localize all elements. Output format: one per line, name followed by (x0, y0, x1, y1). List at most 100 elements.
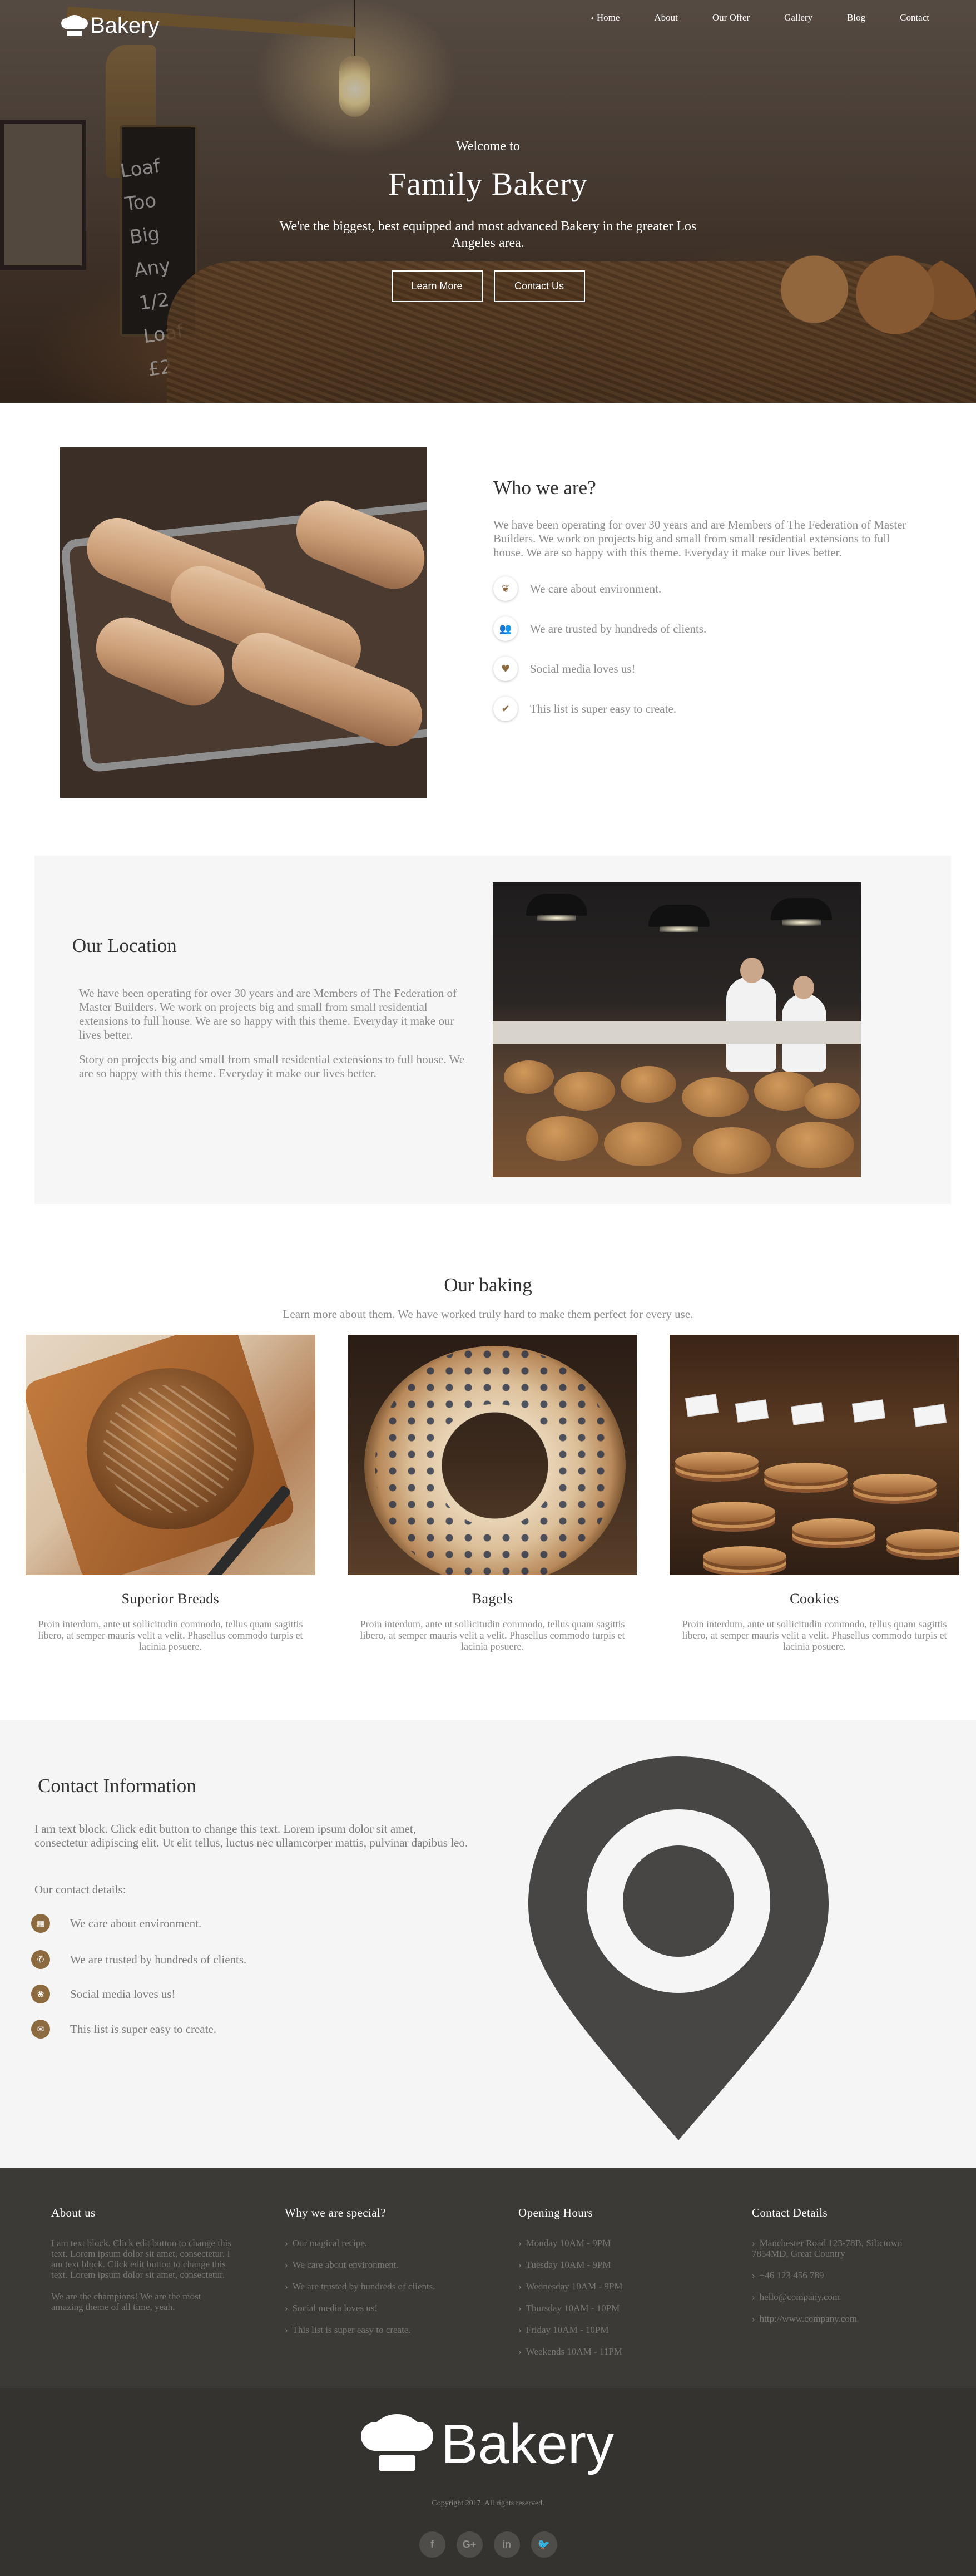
product-card-bagels[interactable]: Bagels Proin interdum, ante ut sollicitu… (348, 1335, 637, 1652)
bakery-shop-image (493, 882, 861, 1177)
footer-contact: Contact Details Manchester Road 123-78B,… (752, 2206, 935, 2335)
nav-menu: Home About Our Offer Gallery Blog Contac… (556, 12, 929, 23)
footer-bottom: Bakery Copyright 2017. All rights reserv… (0, 2388, 976, 2576)
contact-us-button[interactable]: Contact Us (493, 270, 585, 302)
bread-tray-image (60, 447, 427, 798)
footer-special-item: This list is super easy to create. (285, 2325, 496, 2335)
hero-welcome: Welcome to (456, 139, 520, 154)
contact-item-label: This list is super easy to create. (70, 2022, 217, 2036)
logo-text: Bakery (90, 13, 160, 38)
contact-item: ✉ This list is super easy to create. (31, 2020, 216, 2039)
footer-address: Manchester Road 123-78B, Silictown 7854M… (752, 2238, 935, 2259)
hero-content: Welcome to Family Bakery We're the bigge… (0, 139, 976, 302)
footer-logo[interactable]: Bakery (0, 2412, 976, 2476)
contact-section: Contact Information I am text block. Cli… (0, 1720, 976, 2168)
check-icon: ✔ (493, 697, 518, 721)
footer-about: About us I am text block. Click edit but… (51, 2206, 235, 2312)
who-we-are-section: Who we are? We have been operating for o… (0, 403, 976, 842)
contact-item: ❀ Social media loves us! (31, 1985, 176, 2003)
hero-section: Loaf Too Big Any 1/2 Loaf £2 Bakery Home… (0, 0, 976, 403)
nav-item-our-offer[interactable]: Our Offer (712, 12, 750, 23)
nav-item-gallery[interactable]: Gallery (784, 12, 812, 23)
heart-icon: ♥ (493, 657, 518, 681)
phone-icon: ✆ (31, 1950, 50, 1969)
google-plus-icon[interactable]: G+ (456, 2531, 483, 2558)
contact-intro: I am text block. Click edit button to ch… (34, 1822, 468, 1849)
footer-website-link[interactable]: http://www.company.com (752, 2313, 935, 2324)
nav-item-contact[interactable]: Contact (900, 12, 929, 23)
footer-email-link[interactable]: hello@company.com (752, 2292, 935, 2302)
product-name: Bagels (472, 1591, 513, 1607)
footer-hours-item: Wednesday 10AM - 9PM (518, 2281, 730, 2292)
chef-hat-icon (61, 14, 88, 37)
hero-subtitle: We're the biggest, best equipped and mos… (279, 219, 697, 250)
footer-special-item: Our magical recipe. (285, 2238, 496, 2248)
bagel-image (348, 1335, 637, 1575)
product-description: Proin interdum, ante ut sollicitudin com… (682, 1618, 947, 1652)
copyright: Copyright 2017. All rights reserved. (432, 2499, 544, 2508)
hero-buttons: Learn More Contact Us (0, 270, 976, 302)
learn-more-button[interactable]: Learn More (391, 270, 483, 302)
feature-item: ✔ This list is super easy to create. (493, 697, 916, 721)
nav-item-home[interactable]: Home (590, 12, 620, 23)
footer-hours-item: Weekends 10AM - 11PM (518, 2346, 730, 2357)
product-card-breads[interactable]: Superior Breads Proin interdum, ante ut … (26, 1335, 315, 1652)
product-description: Proin interdum, ante ut sollicitudin com… (360, 1618, 625, 1652)
contact-item-label: Social media loves us! (70, 1987, 176, 2001)
baking-lead: Learn more about them. We have worked tr… (283, 1307, 693, 1321)
footer-hours: Opening Hours Monday 10AM - 9PM Tuesday … (518, 2206, 730, 2368)
footer-about-text-2: We are the champions! We are the most am… (51, 2291, 201, 2312)
location-box: Our Location We have been operating for … (34, 856, 951, 1204)
linkedin-icon[interactable]: in (493, 2531, 520, 2558)
feature-item: 👥 We are trusted by hundreds of clients. (493, 616, 916, 641)
hero-title: Family Bakery (388, 166, 588, 202)
who-description: We have been operating for over 30 years… (493, 518, 906, 559)
logo[interactable]: Bakery (61, 13, 160, 38)
feature-item: ♥ Social media loves us! (493, 657, 916, 681)
twitter-icon[interactable]: 🐦 (531, 2531, 557, 2558)
location-section: Our Location We have been operating for … (0, 842, 976, 1242)
footer-hours-item: Thursday 10AM - 10PM (518, 2303, 730, 2313)
social-links: f G+ in 🐦 (0, 2531, 976, 2558)
feature-label: This list is super easy to create. (530, 702, 677, 715)
footer-special-item: Social media loves us! (285, 2303, 496, 2313)
product-name: Cookies (790, 1591, 839, 1607)
chef-hat-icon (360, 2414, 433, 2475)
globe-icon: ❀ (31, 1985, 50, 2003)
product-description: Proin interdum, ante ut sollicitudin com… (38, 1618, 303, 1652)
footer-about-text-1: I am text block. Click edit button to ch… (51, 2238, 231, 2280)
feature-label: We are trusted by hundreds of clients. (530, 621, 707, 635)
product-card-cookies[interactable]: Cookies Proin interdum, ante ut sollicit… (670, 1335, 959, 1652)
feature-label: We care about environment. (530, 581, 662, 595)
footer-special-item: We are trusted by hundreds of clients. (285, 2281, 496, 2292)
footer: About us I am text block. Click edit but… (0, 2168, 976, 2576)
map-icon: ▦ (31, 1914, 50, 1933)
footer-logo-text: Bakery (440, 2413, 615, 2475)
bread-image (26, 1335, 315, 1575)
map-pin-icon (528, 1756, 829, 2140)
mail-icon: ✉ (31, 2020, 50, 2039)
footer-special-title: Why we are special? (285, 2206, 386, 2219)
footer-about-title: About us (51, 2206, 96, 2219)
footer-hours-item: Tuesday 10AM - 9PM (518, 2259, 730, 2270)
footer-special-item: We care about environment. (285, 2259, 496, 2270)
nav-item-about[interactable]: About (654, 12, 678, 23)
baking-title: Our baking (444, 1274, 532, 1296)
contact-title: Contact Information (38, 1775, 196, 1797)
contact-item-label: We are trusted by hundreds of clients. (70, 1952, 247, 1966)
facebook-icon[interactable]: f (419, 2531, 445, 2558)
feature-label: Social media loves us! (530, 662, 636, 675)
nav-item-blog[interactable]: Blog (847, 12, 865, 23)
footer-contact-title: Contact Details (752, 2206, 828, 2219)
location-paragraph-2: Story on projects big and small from sma… (79, 1053, 465, 1080)
location-title: Our Location (72, 935, 177, 956)
leaf-icon: ❦ (493, 576, 518, 601)
who-title: Who we are? (493, 477, 596, 499)
our-baking-section: Our baking Learn more about them. We hav… (0, 1242, 976, 1720)
footer-phone: +46 123 456 789 (752, 2270, 935, 2281)
contact-item-label: We care about environment. (70, 1916, 202, 1930)
feature-item: ❦ We care about environment. (493, 576, 916, 601)
location-paragraph-1: We have been operating for over 30 years… (79, 986, 457, 1042)
main-nav: Bakery Home About Our Offer Gallery Blog… (0, 0, 976, 53)
users-icon: 👥 (493, 616, 518, 641)
